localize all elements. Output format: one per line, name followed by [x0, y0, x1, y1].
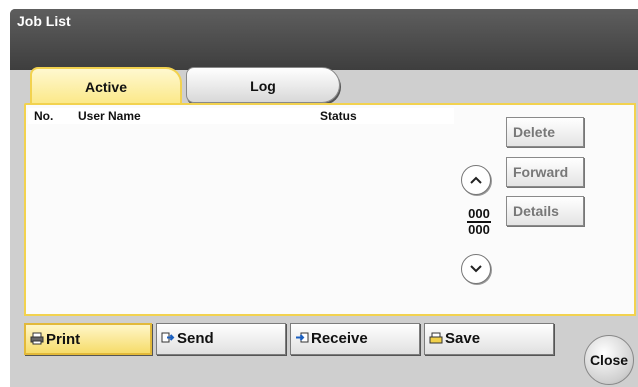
save-icon — [429, 332, 443, 344]
close-button[interactable]: Close — [584, 335, 634, 385]
tab-receive-label: Receive — [311, 330, 368, 347]
column-header-status: Status — [320, 109, 357, 123]
tab-active[interactable]: Active — [30, 67, 182, 103]
tab-receive[interactable]: Receive — [290, 323, 420, 355]
tab-send[interactable]: Send — [156, 323, 286, 355]
send-icon — [161, 332, 175, 343]
chevron-up-icon — [470, 176, 482, 184]
tab-print[interactable]: Print — [24, 323, 152, 355]
delete-button[interactable]: Delete — [506, 117, 584, 147]
scroll-down-button[interactable] — [461, 254, 491, 284]
tab-save[interactable]: Save — [424, 323, 554, 355]
table-header: No. User Name Status — [28, 108, 454, 124]
tab-log[interactable]: Log — [186, 67, 340, 103]
scroll-up-button[interactable] — [461, 165, 491, 195]
title-bar: Job List — [10, 9, 638, 70]
details-button[interactable]: Details — [506, 196, 584, 226]
chevron-down-icon — [470, 265, 482, 273]
printer-icon — [30, 332, 44, 345]
tab-print-label: Print — [46, 331, 81, 348]
window-title: Job List — [17, 13, 71, 29]
receive-icon — [296, 332, 309, 343]
tab-send-label: Send — [177, 330, 214, 347]
forward-button[interactable]: Forward — [506, 157, 584, 187]
page-counter: 000 000 — [464, 207, 494, 237]
column-header-no: No. — [34, 109, 54, 123]
tab-save-label: Save — [445, 330, 481, 347]
current-page: 000 — [468, 206, 490, 221]
total-pages: 000 — [468, 222, 490, 237]
column-header-user-name: User Name — [78, 109, 141, 123]
